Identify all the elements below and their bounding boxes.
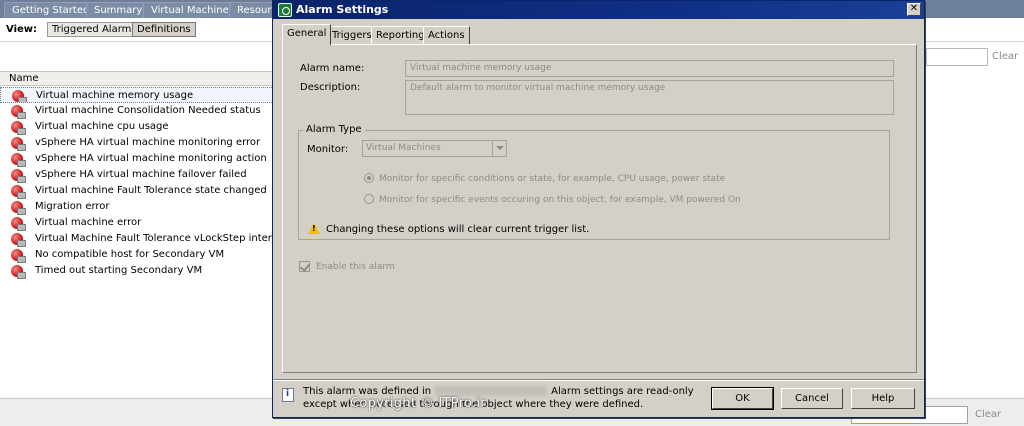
- tab-summary[interactable]: Summary: [86, 2, 151, 18]
- alarm-definitions-list: Virtual machine memory usage Virtual mac…: [0, 87, 274, 279]
- list-item[interactable]: Virtual machine memory usage: [0, 87, 274, 103]
- list-item[interactable]: Virtual machine cpu usage: [0, 119, 274, 135]
- tab-actions[interactable]: Actions: [423, 26, 470, 45]
- list-item[interactable]: Virtual Machine Fault Tolerance vLockSte…: [0, 231, 274, 247]
- monitor-conditions-label: Monitor for specific conditions or state…: [379, 174, 726, 184]
- list-item[interactable]: Timed out starting Secondary VM: [0, 263, 274, 279]
- chevron-down-icon: [492, 141, 506, 156]
- alarm-icon: [12, 90, 27, 102]
- triggered-alarms-button[interactable]: Triggered Alarms: [47, 22, 142, 37]
- help-button[interactable]: Help: [851, 388, 915, 409]
- alarm-settings-icon: [278, 3, 292, 17]
- warning-icon: [308, 223, 320, 234]
- alarm-icon: [11, 249, 26, 263]
- alarm-icon: [11, 153, 26, 167]
- monitor-events-label: Monitor for specific events occuring on …: [379, 195, 741, 205]
- redacted-host: [435, 386, 548, 396]
- alarm-icon: [11, 121, 26, 135]
- list-item[interactable]: Virtual machine Fault Tolerance state ch…: [0, 183, 274, 199]
- alarm-icon: [11, 265, 26, 279]
- bottom-clear-link[interactable]: Clear: [975, 409, 1001, 420]
- alarm-type-legend: Alarm Type: [303, 124, 365, 135]
- list-item[interactable]: Virtual machine Consolidation Needed sta…: [0, 103, 274, 119]
- definitions-button[interactable]: Definitions: [132, 22, 196, 37]
- list-item[interactable]: Migration error: [0, 199, 274, 215]
- alarm-settings-dialog: Alarm Settings ✕ General Triggers Report…: [272, 0, 925, 418]
- alarm-icon: [11, 233, 26, 247]
- info-icon: [282, 388, 294, 402]
- footer-separator: [273, 379, 924, 381]
- close-button[interactable]: ✕: [907, 3, 921, 16]
- watermark: Copyright © ITPro.ir: [350, 396, 487, 411]
- background-filter-input[interactable]: [926, 48, 988, 66]
- tab-getting-started[interactable]: Getting Started: [4, 2, 98, 18]
- alarm-icon: [11, 217, 26, 231]
- warning-text: Changing these options will clear curren…: [326, 224, 590, 235]
- alarm-icon: [11, 201, 26, 215]
- tab-triggers[interactable]: Triggers: [327, 26, 377, 45]
- dialog-titlebar[interactable]: Alarm Settings ✕: [273, 1, 924, 19]
- alarm-icon: [11, 169, 26, 183]
- alarm-name-field[interactable]: Virtual machine memory usage: [405, 60, 894, 77]
- monitor-conditions-radio[interactable]: [364, 173, 374, 183]
- description-field[interactable]: Default alarm to monitor virtual machine…: [405, 80, 894, 115]
- list-item[interactable]: vSphere HA virtual machine failover fail…: [0, 167, 274, 183]
- list-item[interactable]: Virtual machine error: [0, 215, 274, 231]
- monitor-events-radio[interactable]: [364, 194, 374, 204]
- monitor-label: Monitor:: [307, 144, 349, 155]
- tab-reporting[interactable]: Reporting: [371, 26, 430, 45]
- tab-virtual-machines[interactable]: Virtual Machines: [143, 2, 242, 18]
- alarm-icon: [11, 105, 26, 119]
- monitor-select[interactable]: Virtual Machines: [362, 140, 507, 157]
- background-clear-link[interactable]: Clear: [992, 51, 1018, 62]
- list-item[interactable]: No compatible host for Secondary VM: [0, 247, 274, 263]
- list-item[interactable]: vSphere HA virtual machine monitoring er…: [0, 135, 274, 151]
- cancel-button[interactable]: Cancel: [781, 388, 843, 409]
- enable-alarm-label: Enable this alarm: [316, 262, 395, 272]
- description-label: Description:: [300, 82, 361, 93]
- enable-alarm-checkbox[interactable]: [299, 261, 310, 272]
- alarm-icon: [11, 137, 26, 151]
- name-column-header[interactable]: Name: [0, 71, 274, 86]
- dialog-title: Alarm Settings: [296, 3, 389, 16]
- ok-button[interactable]: OK: [711, 387, 774, 410]
- list-item[interactable]: vSphere HA virtual machine monitoring ac…: [0, 151, 274, 167]
- tab-general[interactable]: General: [282, 24, 332, 45]
- alarm-icon: [11, 185, 26, 199]
- view-label: View:: [6, 24, 38, 35]
- alarm-name-label: Alarm name:: [300, 63, 365, 74]
